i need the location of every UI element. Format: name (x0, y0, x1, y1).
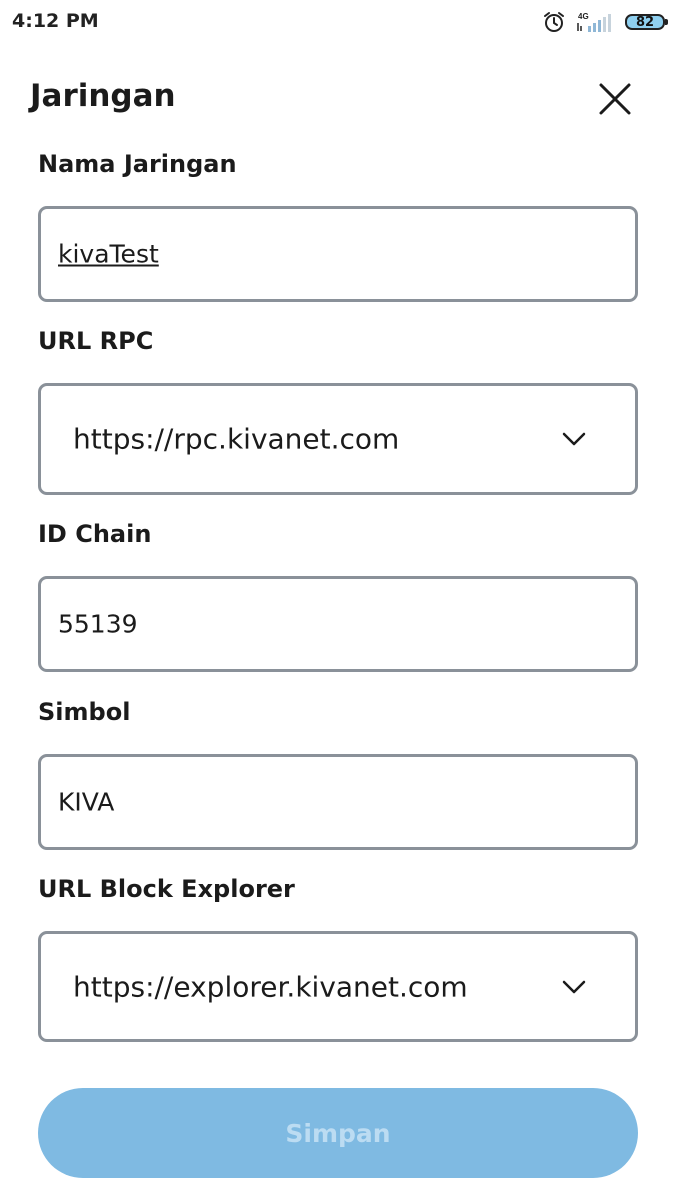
network-name-field[interactable]: kivaTest (38, 206, 638, 302)
status-icons: 4G 82 (543, 10, 668, 34)
rpc-url-value: https://rpc.kivanet.com (73, 422, 400, 456)
battery-level: 82 (635, 14, 655, 30)
alarm-icon (543, 11, 565, 33)
explorer-url-select[interactable]: https://explorer.kivanet.com (38, 931, 638, 1042)
chain-id-value: 55139 (58, 609, 138, 639)
network-type: 4G (578, 12, 589, 21)
symbol-value: KIVA (58, 787, 115, 817)
chain-id-label: ID Chain (38, 520, 152, 548)
network-name-label: Nama Jaringan (38, 150, 237, 178)
symbol-field[interactable]: KIVA (38, 754, 638, 850)
explorer-url-value: https://explorer.kivanet.com (73, 970, 468, 1003)
symbol-label: Simbol (38, 698, 131, 726)
close-button[interactable] (594, 78, 636, 120)
save-button[interactable]: Simpan (38, 1088, 638, 1178)
close-icon (599, 83, 631, 115)
network-name-value: kivaTest (58, 239, 159, 269)
rpc-url-select[interactable]: https://rpc.kivanet.com (38, 383, 638, 495)
status-bar: 4:12 PM 4G 82 (0, 0, 675, 44)
signal-icon: 4G (575, 11, 615, 33)
save-button-label: Simpan (285, 1118, 391, 1148)
page-title: Jaringan (30, 78, 176, 114)
explorer-url-label: URL Block Explorer (38, 875, 295, 903)
chevron-down-icon (562, 980, 586, 993)
status-time: 4:12 PM (12, 10, 99, 32)
chain-id-field[interactable]: 55139 (38, 576, 638, 672)
chevron-down-icon (562, 432, 586, 446)
battery-icon: 82 (625, 14, 668, 30)
rpc-url-label: URL RPC (38, 327, 154, 355)
